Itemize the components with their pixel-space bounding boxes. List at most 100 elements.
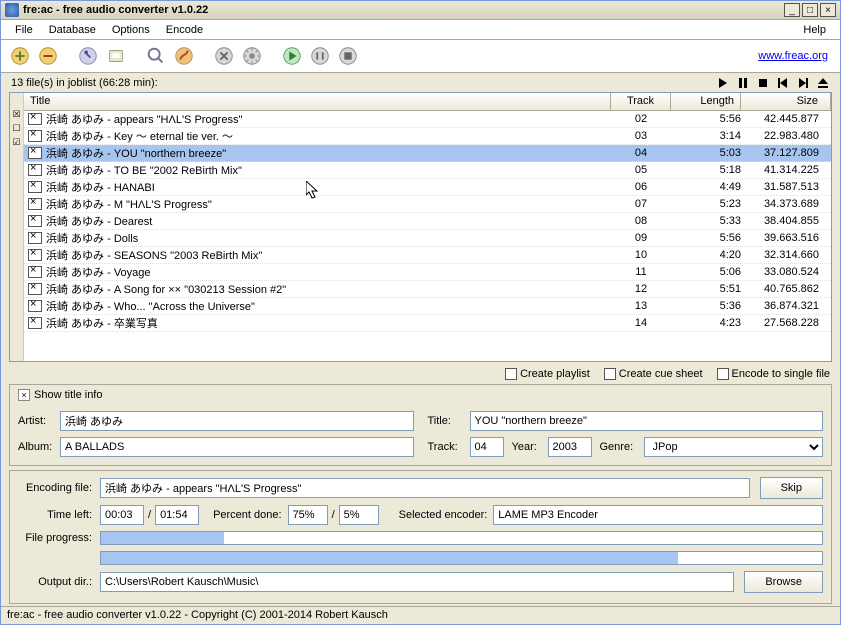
menu-encode[interactable]: Encode: [158, 22, 211, 38]
table-row[interactable]: 浜崎 あゆみ - Dolls095:5639.663.516: [24, 230, 831, 247]
website-link[interactable]: www.freac.org: [758, 50, 828, 62]
row-length: 5:56: [671, 232, 741, 244]
row-length: 5:36: [671, 300, 741, 312]
row-checkbox[interactable]: [28, 130, 42, 142]
title-input[interactable]: [470, 411, 824, 431]
row-track: 08: [611, 215, 671, 227]
menu-help[interactable]: Help: [795, 22, 834, 38]
row-length: 5:03: [671, 147, 741, 159]
table-row[interactable]: 浜崎 あゆみ - M "HΛL'S Progress"075:2334.373.…: [24, 196, 831, 213]
col-track[interactable]: Track: [611, 93, 671, 110]
file-progress-bar: [100, 531, 823, 545]
table-row[interactable]: 浜崎 あゆみ - Who... "Across the Universe"135…: [24, 298, 831, 315]
row-checkbox[interactable]: [28, 266, 42, 278]
table-row[interactable]: 浜崎 あゆみ - Dearest085:3338.404.855: [24, 213, 831, 230]
table-row[interactable]: 浜崎 あゆみ - SEASONS "2003 ReBirth Mix"104:2…: [24, 247, 831, 264]
row-size: 31.587.513: [741, 181, 831, 193]
time-left-track: [100, 505, 144, 525]
row-checkbox[interactable]: [28, 300, 42, 312]
row-markers: ☒☐☑: [10, 93, 24, 361]
table-row[interactable]: 浜崎 あゆみ - Voyage115:0633.080.524: [24, 264, 831, 281]
output-dir-field[interactable]: [100, 572, 734, 592]
row-checkbox[interactable]: [28, 147, 42, 159]
settings-button[interactable]: [239, 43, 265, 69]
create-playlist-checkbox[interactable]: Create playlist: [505, 368, 590, 380]
table-row[interactable]: 浜崎 あゆみ - 卒業写真144:2327.568.228: [24, 315, 831, 332]
row-checkbox[interactable]: [28, 232, 42, 244]
skip-button[interactable]: Skip: [760, 477, 823, 499]
add-files-button[interactable]: [7, 43, 33, 69]
time-left-label: Time left:: [18, 509, 100, 521]
next-icon[interactable]: [796, 76, 810, 90]
row-checkbox[interactable]: [28, 317, 42, 329]
window-title: fre:ac - free audio converter v1.0.22: [23, 4, 782, 16]
table-row[interactable]: 浜崎 あゆみ - A Song for ×× "030213 Session #…: [24, 281, 831, 298]
eject-icon[interactable]: [816, 76, 830, 90]
row-track: 05: [611, 164, 671, 176]
row-track: 13: [611, 300, 671, 312]
row-length: 5:23: [671, 198, 741, 210]
row-title: 浜崎 あゆみ - Dolls: [46, 230, 611, 246]
row-checkbox[interactable]: [28, 181, 42, 193]
open-cd-button[interactable]: [103, 43, 129, 69]
menu-options[interactable]: Options: [104, 22, 158, 38]
play-preview-button[interactable]: [75, 43, 101, 69]
row-checkbox[interactable]: [28, 164, 42, 176]
close-panel-button[interactable]: ×: [18, 389, 30, 401]
col-length[interactable]: Length: [671, 93, 741, 110]
percent-track: [288, 505, 328, 525]
menu-file[interactable]: File: [7, 22, 41, 38]
pause-icon[interactable]: [736, 76, 750, 90]
submit-cddb-button[interactable]: [171, 43, 197, 69]
close-button[interactable]: ×: [820, 3, 836, 17]
row-track: 12: [611, 283, 671, 295]
time-left-total: [155, 505, 199, 525]
row-length: 5:33: [671, 215, 741, 227]
row-title: 浜崎 あゆみ - TO BE "2002 ReBirth Mix": [46, 162, 611, 178]
row-checkbox[interactable]: [28, 198, 42, 210]
percent-total: [339, 505, 379, 525]
row-checkbox[interactable]: [28, 249, 42, 261]
prev-icon[interactable]: [776, 76, 790, 90]
genre-select[interactable]: JPop: [644, 437, 824, 457]
artist-input[interactable]: [60, 411, 414, 431]
row-title: 浜崎 あゆみ - appears "HΛL'S Progress": [46, 111, 611, 127]
table-row[interactable]: 浜崎 あゆみ - TO BE "2002 ReBirth Mix"055:184…: [24, 162, 831, 179]
browse-button[interactable]: Browse: [744, 571, 823, 593]
col-title[interactable]: Title: [24, 93, 611, 110]
minimize-button[interactable]: _: [784, 3, 800, 17]
table-row[interactable]: 浜崎 あゆみ - HANABI064:4931.587.513: [24, 179, 831, 196]
menubar: File Database Options Encode Help: [1, 20, 840, 39]
table-row[interactable]: 浜崎 あゆみ - Key ～ eternal tie ver. ～033:142…: [24, 128, 831, 145]
options-row: Create playlist Create cue sheet Encode …: [1, 362, 840, 382]
stop-encode-button[interactable]: [335, 43, 361, 69]
row-size: 27.568.228: [741, 317, 831, 329]
table-row[interactable]: 浜崎 あゆみ - YOU "northern breeze"045:0337.1…: [24, 145, 831, 162]
create-cuesheet-checkbox[interactable]: Create cue sheet: [604, 368, 703, 380]
encoding-file-field: [100, 478, 750, 498]
row-checkbox[interactable]: [28, 215, 42, 227]
stop-icon[interactable]: [756, 76, 770, 90]
app-icon: [5, 3, 19, 17]
row-checkbox[interactable]: [28, 113, 42, 125]
year-input[interactable]: [548, 437, 592, 457]
track-input[interactable]: [470, 437, 504, 457]
row-length: 5:51: [671, 283, 741, 295]
start-encode-button[interactable]: [279, 43, 305, 69]
album-input[interactable]: [60, 437, 414, 457]
row-size: 40.765.862: [741, 283, 831, 295]
play-icon[interactable]: [716, 76, 730, 90]
configure-button[interactable]: [211, 43, 237, 69]
row-length: 4:23: [671, 317, 741, 329]
pause-encode-button[interactable]: [307, 43, 333, 69]
query-cddb-button[interactable]: [143, 43, 169, 69]
table-row[interactable]: 浜崎 あゆみ - appears "HΛL'S Progress"025:564…: [24, 111, 831, 128]
menu-database[interactable]: Database: [41, 22, 104, 38]
selected-encoder-label: Selected encoder:: [399, 509, 488, 521]
col-size[interactable]: Size: [741, 93, 831, 110]
encode-single-checkbox[interactable]: Encode to single file: [717, 368, 830, 380]
row-checkbox[interactable]: [28, 283, 42, 295]
maximize-button[interactable]: □: [802, 3, 818, 17]
row-title: 浜崎 あゆみ - A Song for ×× "030213 Session #…: [46, 281, 611, 297]
remove-button[interactable]: [35, 43, 61, 69]
